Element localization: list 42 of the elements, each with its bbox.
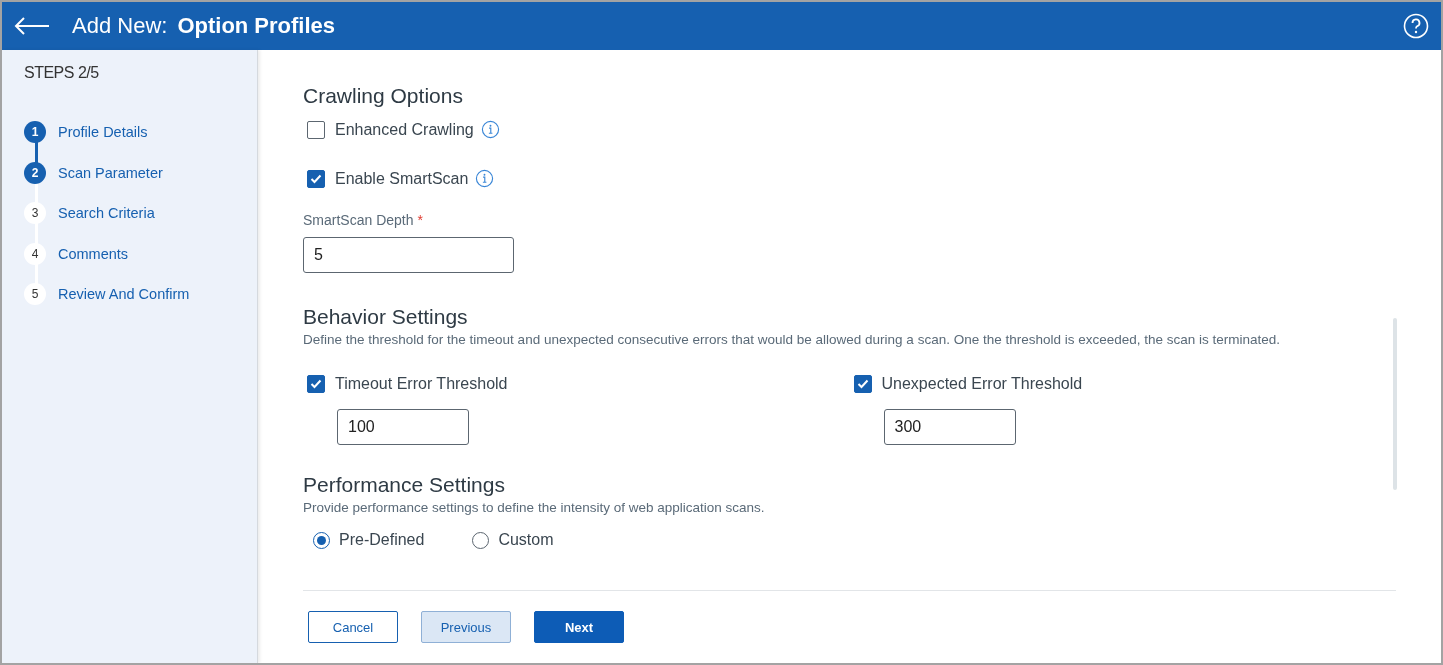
checkbox[interactable]: [307, 375, 325, 393]
step-link[interactable]: Search Criteria: [58, 205, 155, 222]
previous-button[interactable]: Previous: [421, 611, 511, 643]
scrollbar[interactable]: [1393, 318, 1397, 490]
radio-label: Pre-Defined: [339, 531, 425, 549]
checkbox-label: Timeout Error Threshold: [335, 375, 508, 393]
checkbox[interactable]: [307, 169, 325, 188]
step-link[interactable]: Comments: [58, 245, 129, 262]
step-link[interactable]: Profile Details: [58, 124, 148, 141]
checkbox[interactable]: [853, 375, 872, 393]
threshold-input[interactable]: 100: [337, 409, 469, 445]
step-number: 4: [24, 242, 46, 265]
next-button[interactable]: Next: [534, 611, 624, 643]
section-title: Behavior Settings: [303, 305, 469, 329]
page-title: Option Profiles: [177, 13, 336, 39]
checkbox-label: Enhanced Crawling: [335, 120, 474, 139]
info-icon[interactable]: [475, 169, 495, 188]
checkbox[interactable]: [307, 120, 325, 139]
checkbox-label: Enable SmartScan: [335, 169, 469, 188]
page-title-prefix: Add New:: [72, 13, 168, 39]
step-link[interactable]: Review And Confirm: [58, 286, 190, 303]
step-link[interactable]: Scan Parameter: [58, 164, 163, 181]
section-description: Define the threshold for the timeout and unexpected consecutive errors that would be allowed during a scan. One the threshold is exceeded, the scan is terminated.: [303, 332, 1282, 347]
section-title: Performance Settings: [303, 473, 506, 497]
depth-input[interactable]: 5: [303, 237, 514, 273]
section-title: Crawling Options: [303, 84, 464, 108]
back-arrow-icon[interactable]: [14, 16, 50, 36]
info-icon[interactable]: [480, 120, 500, 139]
cancel-button[interactable]: Cancel: [308, 611, 398, 643]
radio-label: Custom: [498, 531, 554, 549]
field-label: SmartScan Depth *: [303, 212, 424, 228]
help-icon[interactable]: [1403, 13, 1429, 39]
steps-counter: STEPS 2/5: [24, 64, 100, 82]
section-description: Provide performance settings to define the intensity of web application scans.: [303, 500, 766, 515]
threshold-input[interactable]: 300: [883, 409, 1016, 445]
step-number: 5: [24, 283, 46, 306]
checkbox-label: Unexpected Error Threshold: [881, 375, 1083, 393]
radio-button[interactable]: [313, 531, 330, 549]
radio-button[interactable]: [472, 531, 490, 549]
step-number: 3: [24, 202, 46, 225]
step-number: 2: [24, 161, 46, 184]
step-number: 1: [24, 121, 46, 144]
